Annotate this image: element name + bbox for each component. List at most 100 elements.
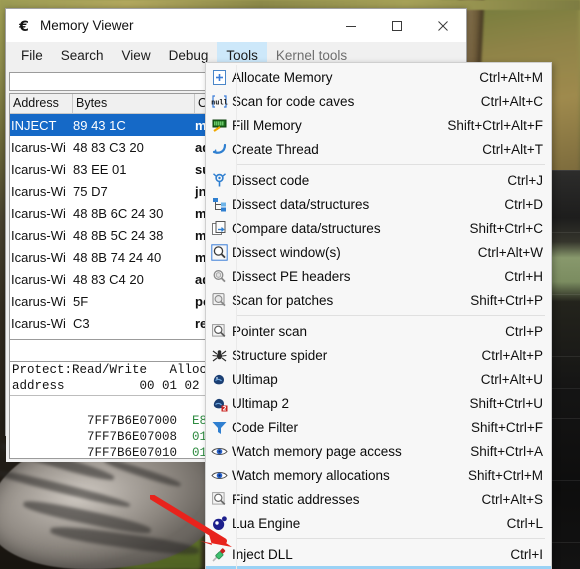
menu-item-allocate-memory[interactable]: Allocate Memory Ctrl+Alt+M <box>206 65 551 89</box>
menu-separator <box>236 538 545 539</box>
menu-item-label: Dissect code <box>232 173 493 188</box>
minimize-icon[interactable] <box>328 9 374 42</box>
ultimap2-icon: 2 <box>206 391 232 415</box>
fill-memory-icon <box>206 113 232 137</box>
menu-item-ultimap[interactable]: Ultimap Ctrl+Alt+U <box>206 367 551 391</box>
code-caves-icon: null <box>206 89 232 113</box>
menu-item-shortcut: Ctrl+Alt+W <box>464 245 543 260</box>
menu-item-label: Find static addresses <box>232 492 467 507</box>
menu-item-shortcut: Ctrl+P <box>491 324 543 339</box>
row-bytes: C3 <box>73 316 195 331</box>
menu-item-shortcut: Shift+Ctrl+U <box>455 396 543 411</box>
structure-spider-icon <box>206 343 232 367</box>
row-bytes: 48 8B 6C 24 30 <box>73 206 195 221</box>
menu-item-structure-spider[interactable]: Structure spider Ctrl+Alt+P <box>206 343 551 367</box>
find-static-icon <box>206 487 232 511</box>
compare-data-icon <box>206 216 232 240</box>
menu-gutter-divider <box>236 65 237 569</box>
menu-item-label: Fill Memory <box>232 118 433 133</box>
menu-item-shortcut: Shift+Ctrl+A <box>456 444 543 459</box>
menu-item-scan-for-code-caves[interactable]: null Scan for code caves Ctrl+Alt+C <box>206 89 551 113</box>
inject-dll-icon <box>206 542 232 566</box>
watch-page-access-icon <box>206 439 232 463</box>
menu-item-code-filter[interactable]: Code Filter Shift+Ctrl+F <box>206 415 551 439</box>
code-filter-icon <box>206 415 232 439</box>
maximize-icon[interactable] <box>374 9 420 42</box>
row-bytes: 48 83 C4 20 <box>73 272 195 287</box>
scan-patches-icon <box>206 288 232 312</box>
column-header-bytes[interactable]: Bytes <box>73 94 195 113</box>
menu-item-pointer-scan[interactable]: Pointer scan Ctrl+P <box>206 319 551 343</box>
menubar-item-search[interactable]: Search <box>52 42 113 69</box>
menu-item-watch-memory-allocations[interactable]: Watch memory allocations Shift+Ctrl+M <box>206 463 551 487</box>
row-bytes: 48 8B 74 24 40 <box>73 250 195 265</box>
menu-item-find-static-addresses[interactable]: Find static addresses Ctrl+Alt+S <box>206 487 551 511</box>
menubar-item-view[interactable]: View <box>113 42 160 69</box>
menu-item-inject-dll[interactable]: Inject DLL Ctrl+I <box>206 542 551 566</box>
close-icon[interactable] <box>420 9 466 42</box>
svg-text:null: null <box>211 98 228 106</box>
menu-item-shortcut: Shift+Ctrl+C <box>455 221 543 236</box>
menu-item-dissect-data-structures[interactable]: Dissect data/structures Ctrl+D <box>206 192 551 216</box>
dissect-data-icon <box>206 192 232 216</box>
hexview-row-address: 7FF7B6E07000 <box>87 414 177 428</box>
row-address: Icarus-Wi <box>10 228 73 243</box>
menu-item-label: Allocate Memory <box>232 70 465 85</box>
row-address: INJECT <box>10 118 73 133</box>
menu-item-label: Watch memory page access <box>232 444 456 459</box>
menu-item-shortcut: Shift+Ctrl+F <box>457 420 543 435</box>
row-bytes: 75 D7 <box>73 184 195 199</box>
row-bytes: 89 43 1C <box>73 118 195 133</box>
menu-item-dissect-windows[interactable]: Dissect window(s) Ctrl+Alt+W <box>206 240 551 264</box>
column-header-address[interactable]: Address <box>10 94 73 113</box>
menu-item-dissect-pe-headers[interactable]: Dissect PE headers Ctrl+H <box>206 264 551 288</box>
window-titlebar[interactable]: € Memory Viewer <box>6 9 466 42</box>
menu-item-label: Compare data/structures <box>232 221 455 236</box>
menu-item-shortcut: Ctrl+Alt+S <box>467 492 543 507</box>
menu-item-label: Dissect window(s) <box>232 245 464 260</box>
menu-item-dissect-code[interactable]: Dissect code Ctrl+J <box>206 168 551 192</box>
menubar-item-file[interactable]: File <box>12 42 52 69</box>
menu-item-shortcut: Ctrl+H <box>490 269 543 284</box>
menu-item-label: Pointer scan <box>232 324 491 339</box>
hexview-row-address: 7FF7B6E07008 <box>87 430 177 444</box>
row-bytes: 48 83 C3 20 <box>73 140 195 155</box>
row-address: Icarus-Wi <box>10 272 73 287</box>
menu-separator <box>236 164 545 165</box>
menu-item-label: Watch memory allocations <box>232 468 454 483</box>
menu-item-shortcut: Ctrl+I <box>496 547 543 562</box>
menu-item-shortcut: Shift+Ctrl+Alt+F <box>433 118 543 133</box>
menu-item-label: Scan for code caves <box>232 94 467 109</box>
menu-item-compare-data-structures[interactable]: Compare data/structures Shift+Ctrl+C <box>206 216 551 240</box>
menu-item-label: Structure spider <box>232 348 467 363</box>
menu-item-shortcut: Ctrl+J <box>493 173 543 188</box>
row-address: Icarus-Wi <box>10 184 73 199</box>
menu-item-label: Dissect data/structures <box>232 197 490 212</box>
menu-item-shortcut: Shift+Ctrl+P <box>456 293 543 308</box>
menu-item-label: Inject DLL <box>232 547 496 562</box>
screen: 看 € Memory Viewer <box>0 0 580 569</box>
menu-item-lua-engine[interactable]: Lua Engine Ctrl+L <box>206 511 551 535</box>
tools-dropdown-menu: Allocate Memory Ctrl+Alt+M null Scan for… <box>205 62 552 569</box>
hexview-row-address: 7FF7B6E07010 <box>87 446 177 459</box>
window-controls <box>328 9 466 42</box>
menu-item-scan-for-patches[interactable]: Scan for patches Shift+Ctrl+P <box>206 288 551 312</box>
menu-item-ultimap-2[interactable]: 2 Ultimap 2 Shift+Ctrl+U <box>206 391 551 415</box>
menu-item-shortcut: Ctrl+D <box>490 197 543 212</box>
menu-item-shortcut: Ctrl+Alt+M <box>465 70 543 85</box>
menu-item-shortcut: Ctrl+L <box>493 516 543 531</box>
dissect-window-icon <box>206 240 232 264</box>
menu-item-watch-memory-page-access[interactable]: Watch memory page access Shift+Ctrl+A <box>206 439 551 463</box>
menu-item-shortcut: Ctrl+Alt+P <box>467 348 543 363</box>
row-bytes: 48 8B 5C 24 38 <box>73 228 195 243</box>
menu-item-label: Lua Engine <box>232 516 493 531</box>
row-address: Icarus-Wi <box>10 162 73 177</box>
svg-text:2: 2 <box>222 405 226 411</box>
allocate-memory-icon <box>206 65 232 89</box>
dissect-code-icon <box>206 168 232 192</box>
menu-item-fill-memory[interactable]: Fill Memory Shift+Ctrl+Alt+F <box>206 113 551 137</box>
watch-allocations-icon <box>206 463 232 487</box>
menu-item-create-thread[interactable]: Create Thread Ctrl+Alt+T <box>206 137 551 161</box>
row-address: Icarus-Wi <box>10 250 73 265</box>
row-address: Icarus-Wi <box>10 140 73 155</box>
